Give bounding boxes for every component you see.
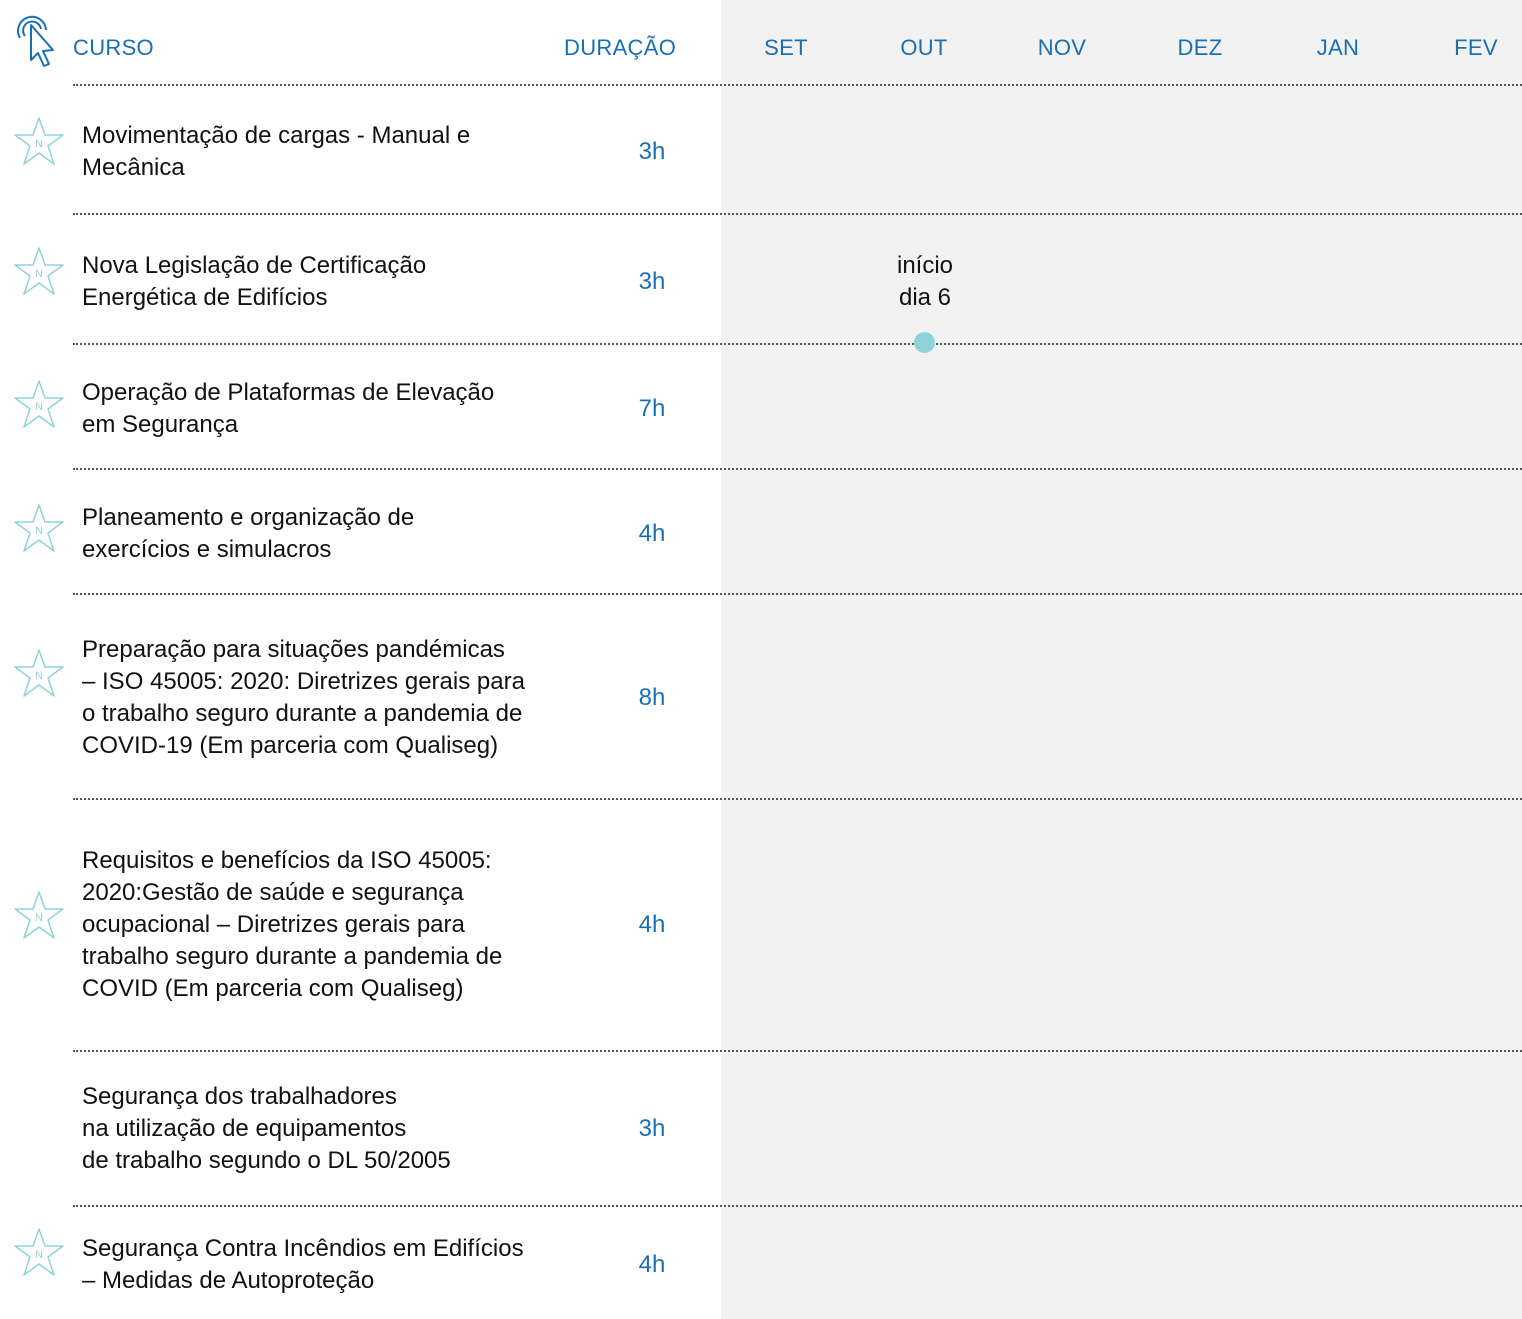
course-duration: 3h xyxy=(638,1115,666,1142)
course-duration: 7h xyxy=(638,395,666,422)
month-header-dez: DEZ xyxy=(1177,35,1223,60)
course-title: Planeamento e organização de exercícios … xyxy=(82,504,415,563)
calendar-panel xyxy=(721,0,1522,1319)
row-divider xyxy=(73,84,1522,86)
row-divider xyxy=(73,593,1522,595)
course-duration: 8h xyxy=(638,684,666,711)
new-course-star-icon: N xyxy=(14,649,64,697)
start-date-marker xyxy=(914,332,935,353)
svg-text:N: N xyxy=(35,670,43,682)
month-header-fev: FEV xyxy=(1454,35,1498,60)
course-title: Operação de Plataformas de Elevação em S… xyxy=(82,379,495,438)
svg-text:N: N xyxy=(35,912,43,924)
course-duration: 4h xyxy=(638,911,666,938)
new-course-star-icon: N xyxy=(14,380,64,428)
row-divider xyxy=(73,213,1522,215)
row-divider xyxy=(73,343,1522,345)
click-cursor-icon xyxy=(17,15,54,67)
course-column-header: CURSO xyxy=(73,35,154,60)
new-course-star-icon: N xyxy=(14,1228,64,1276)
course-duration: 4h xyxy=(638,1251,666,1278)
course-title: Nova Legislação de Certificação Energéti… xyxy=(82,252,427,311)
svg-text:N: N xyxy=(35,1249,43,1261)
course-title: Preparação para situações pandémicas – I… xyxy=(82,636,525,759)
svg-text:N: N xyxy=(35,268,43,280)
svg-text:N: N xyxy=(35,138,43,150)
month-header-set: SET xyxy=(764,35,808,60)
course-title: Segurança dos trabalhadores na utilizaçã… xyxy=(82,1083,451,1174)
new-course-star-icon: N xyxy=(14,504,64,552)
duration-column-header: DURAÇÃO xyxy=(564,35,677,60)
new-course-star-icon: N xyxy=(14,117,64,165)
course-duration: 3h xyxy=(638,138,666,165)
new-course-star-icon: N xyxy=(14,247,64,295)
course-title: Movimentação de cargas - Manual e Mecâni… xyxy=(82,122,471,181)
month-header-jan: JAN xyxy=(1316,35,1360,60)
row-divider xyxy=(73,468,1522,470)
svg-text:N: N xyxy=(35,401,43,413)
row-divider xyxy=(73,798,1522,800)
course-duration: 3h xyxy=(638,268,666,295)
course-title: Requisitos e benefícios da ISO 45005: 20… xyxy=(82,847,503,1002)
row-divider xyxy=(73,1050,1522,1052)
month-header-out: OUT xyxy=(900,35,948,60)
new-course-star-icon: N xyxy=(14,891,64,939)
start-date-note: início dia 6 xyxy=(896,252,954,311)
row-divider xyxy=(73,1205,1522,1207)
course-title: Segurança Contra Incêndios em Edifícios … xyxy=(82,1235,524,1294)
course-duration: 4h xyxy=(638,520,666,547)
svg-text:N: N xyxy=(35,525,43,537)
month-header-nov: NOV xyxy=(1037,35,1087,60)
